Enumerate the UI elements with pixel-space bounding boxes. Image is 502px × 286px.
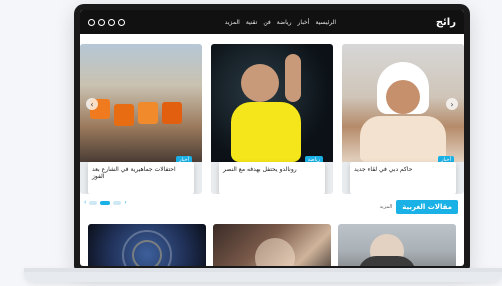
featured-cards: ‹ أخبار احتفالات جماهيرية في الشارع بعد … bbox=[80, 44, 464, 194]
top-navbar: المزيد تقنية فن رياضة أخبار الرئيسية رائ… bbox=[80, 10, 464, 34]
section-title: مقالات الغربية bbox=[396, 200, 458, 214]
nav-item[interactable]: الرئيسية bbox=[315, 19, 336, 26]
next-arrow[interactable]: › bbox=[446, 98, 458, 110]
nav-item[interactable]: فن bbox=[263, 19, 270, 26]
card-image bbox=[211, 44, 333, 162]
pager-chevron-left-icon[interactable]: ‹ bbox=[84, 199, 86, 206]
chevron-left-icon: ‹ bbox=[90, 99, 94, 109]
article-thumbnail[interactable] bbox=[88, 224, 206, 266]
carousel-pagination: ‹ › bbox=[84, 199, 127, 206]
nav-item[interactable]: المزيد bbox=[225, 19, 240, 26]
card-caption[interactable]: حاكم دبي في لقاء جديد bbox=[350, 162, 456, 194]
featured-card[interactable]: ‹ أخبار احتفالات جماهيرية في الشارع بعد … bbox=[80, 44, 202, 194]
section-header: المزيد مقالات الغربية bbox=[380, 200, 458, 214]
main-nav: المزيد تقنية فن رياضة أخبار الرئيسية bbox=[225, 19, 336, 26]
laptop-base bbox=[24, 268, 502, 282]
prev-arrow[interactable]: ‹ bbox=[86, 98, 98, 110]
article-thumbnail[interactable] bbox=[338, 224, 456, 266]
nav-item[interactable]: تقنية bbox=[246, 19, 258, 26]
nav-item[interactable]: رياضة bbox=[277, 19, 292, 26]
pager-dot-active[interactable] bbox=[100, 200, 111, 205]
card-caption[interactable]: احتفالات جماهيرية في الشارع بعد الفوز bbox=[88, 162, 194, 194]
nav-item[interactable]: أخبار bbox=[298, 19, 310, 26]
topbar-icons bbox=[88, 18, 125, 26]
pager-dot[interactable] bbox=[89, 200, 98, 205]
articles-row bbox=[88, 224, 456, 266]
search-icon[interactable] bbox=[88, 18, 95, 26]
menu-icon[interactable] bbox=[108, 18, 115, 26]
card-image bbox=[80, 44, 202, 162]
article-thumbnail[interactable] bbox=[213, 224, 331, 266]
laptop-frame: المزيد تقنية فن رياضة أخبار الرئيسية رائ… bbox=[74, 4, 470, 270]
user-icon[interactable] bbox=[98, 18, 105, 26]
section-more-link[interactable]: المزيد bbox=[380, 204, 393, 210]
card-caption[interactable]: رونالدو يحتفل بهدفه مع النصر bbox=[219, 162, 325, 194]
featured-card[interactable]: رياضة رونالدو يحتفل بهدفه مع النصر bbox=[211, 44, 333, 194]
globe-icon[interactable] bbox=[118, 18, 125, 26]
screen: المزيد تقنية فن رياضة أخبار الرئيسية رائ… bbox=[80, 10, 464, 266]
chevron-right-icon: › bbox=[450, 99, 454, 109]
pager-dot[interactable] bbox=[113, 200, 122, 205]
featured-card[interactable]: › أخبار حاكم دبي في لقاء جديد bbox=[342, 44, 464, 194]
pager-chevron-right-icon[interactable]: › bbox=[124, 199, 126, 206]
site-logo[interactable]: رائج bbox=[436, 17, 456, 28]
brand-text: رائج bbox=[435, 16, 456, 28]
